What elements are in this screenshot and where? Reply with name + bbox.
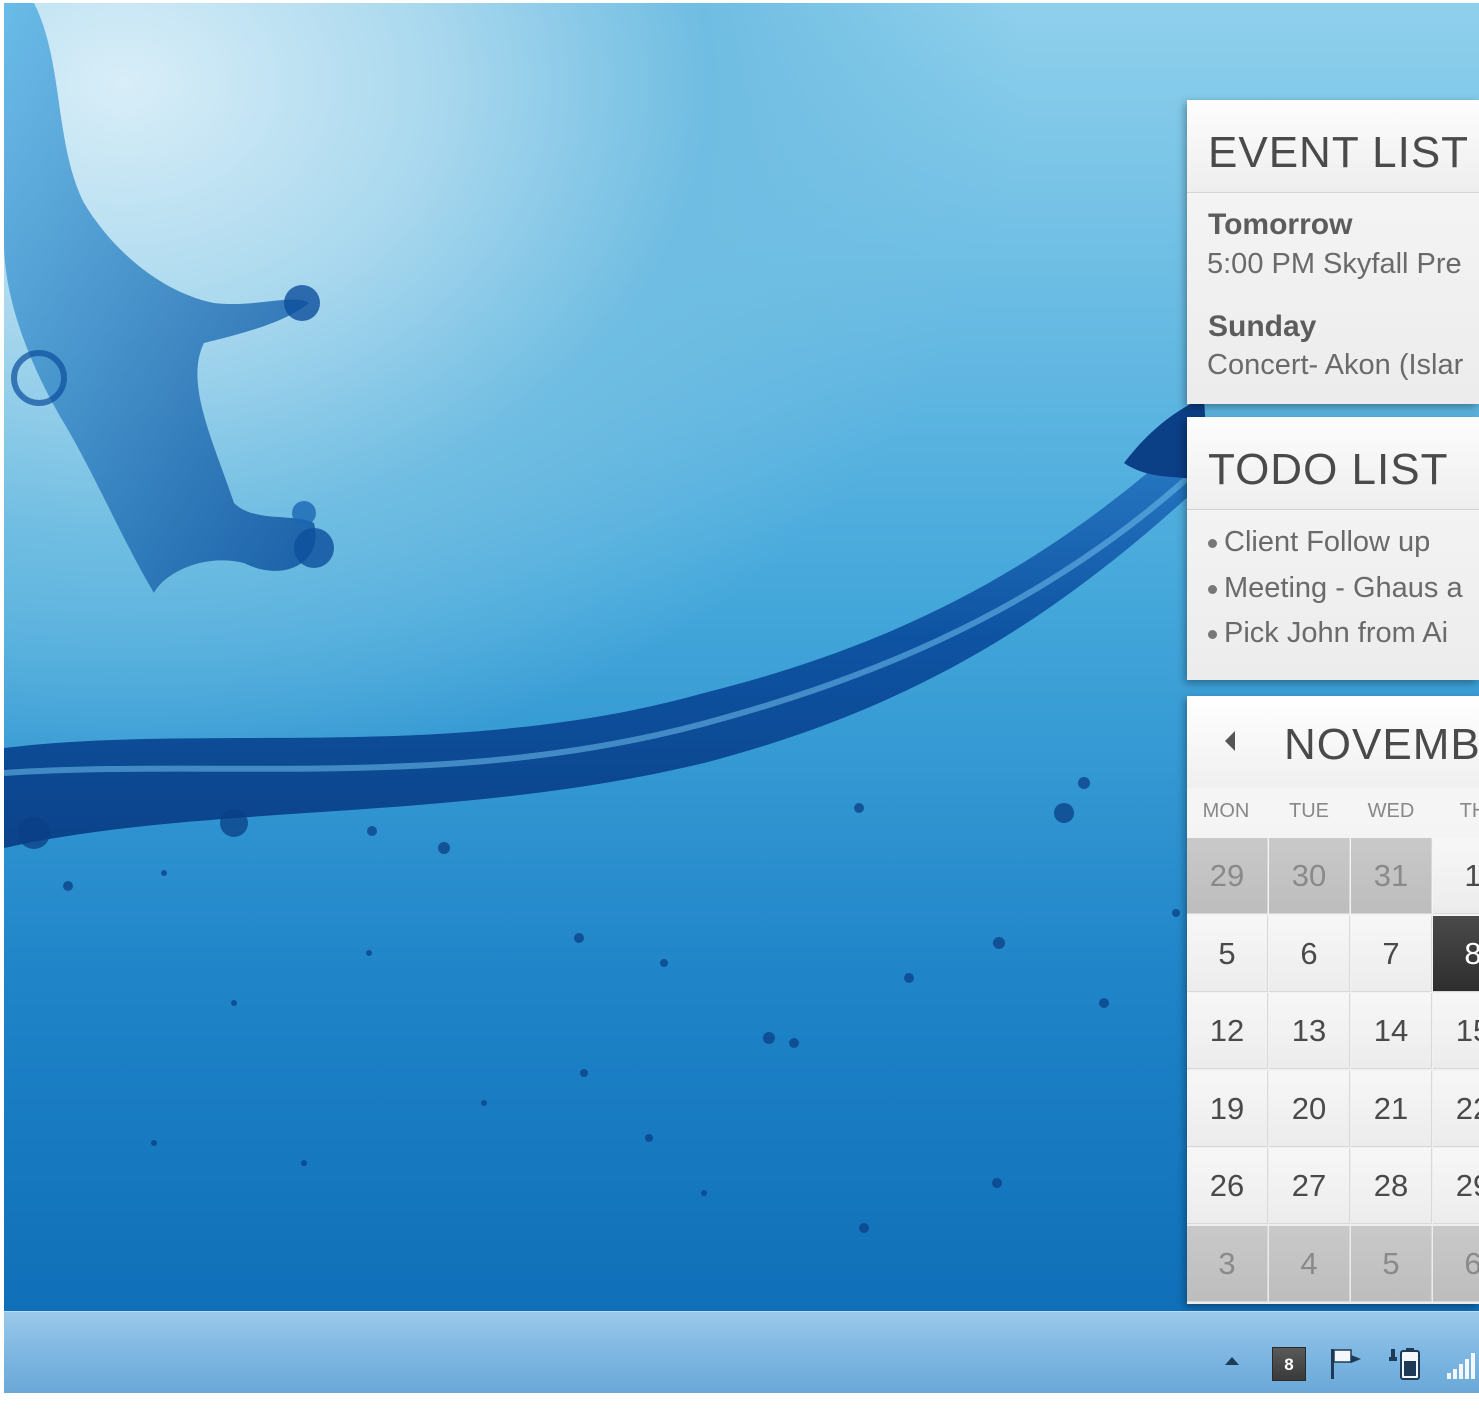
calendar-day[interactable]: 27: [1269, 1148, 1350, 1224]
calendar-day[interactable]: 31: [1351, 838, 1432, 914]
event-list-title: EVENT LIST: [1208, 128, 1470, 177]
network-signal-icon[interactable]: [1445, 1347, 1479, 1381]
bullet-icon: [1208, 538, 1217, 548]
calendar-day[interactable]: 1: [1433, 838, 1479, 914]
event-list-widget: EVENT LIST Tomorrow 5:00 PM Skyfall Pre …: [1187, 100, 1479, 404]
calendar-day-today[interactable]: 8: [1433, 915, 1479, 992]
event-day-label: Sunday: [1208, 310, 1317, 343]
calendar-day[interactable]: 7: [1351, 915, 1432, 992]
todo-item[interactable]: Client Follow up: [1208, 526, 1430, 559]
previous-month-icon[interactable]: [1225, 731, 1235, 751]
calendar-day[interactable]: 6: [1269, 915, 1350, 992]
calendar-date-icon[interactable]: 8: [1272, 1347, 1306, 1381]
power-icon[interactable]: [1387, 1347, 1427, 1381]
calendar-day[interactable]: 6: [1433, 1225, 1479, 1302]
weekday-label: MON: [1202, 800, 1250, 822]
calendar-header: NOVEMB: [1187, 696, 1479, 788]
calendar-widget: NOVEMB MON TUE WED TH 293031156781213141…: [1187, 696, 1479, 1304]
calendar-day[interactable]: 29: [1187, 838, 1268, 914]
taskbar: [4, 1311, 1479, 1394]
todo-list-title: TODO LIST: [1208, 445, 1449, 494]
show-hidden-icons-icon[interactable]: [1225, 1357, 1239, 1365]
calendar-day[interactable]: 5: [1351, 1225, 1432, 1302]
todo-item-label: Client Follow up: [1224, 526, 1431, 558]
calendar-day[interactable]: 15: [1433, 993, 1479, 1069]
calendar-day[interactable]: 14: [1351, 993, 1432, 1069]
calendar-day[interactable]: 13: [1269, 993, 1350, 1069]
todo-item[interactable]: Pick John from Ai: [1208, 617, 1448, 650]
calendar-day[interactable]: 20: [1269, 1070, 1350, 1147]
weekday-label: TUE: [1289, 800, 1329, 822]
calendar-day[interactable]: 26: [1187, 1148, 1268, 1224]
calendar-day[interactable]: 22: [1433, 1070, 1479, 1147]
calendar-day[interactable]: 19: [1187, 1070, 1268, 1147]
todo-list-widget: TODO LIST Client Follow up Meeting - Gha…: [1187, 417, 1479, 680]
event-day-label: Tomorrow: [1208, 208, 1353, 241]
calendar-day[interactable]: 12: [1187, 993, 1268, 1069]
calendar-day[interactable]: 3: [1187, 1225, 1268, 1302]
calendar-month-label: NOVEMB: [1284, 720, 1479, 769]
todo-item-label: Pick John from Ai: [1224, 617, 1449, 649]
calendar-day[interactable]: 30: [1269, 838, 1350, 914]
bullet-icon: [1208, 629, 1217, 639]
event-list-header: EVENT LIST: [1187, 100, 1479, 193]
weekday-label: TH: [1459, 800, 1479, 822]
calendar-day[interactable]: 28: [1351, 1148, 1432, 1224]
action-center-flag-icon[interactable]: [1327, 1347, 1367, 1381]
event-item[interactable]: 5:00 PM Skyfall Pre: [1207, 248, 1462, 281]
bullet-icon: [1208, 584, 1217, 594]
todo-item-label: Meeting - Ghaus a: [1224, 572, 1463, 604]
calendar-day[interactable]: 5: [1187, 915, 1268, 992]
weekday-label: WED: [1367, 800, 1415, 822]
calendar-day[interactable]: 21: [1351, 1070, 1432, 1147]
calendar-day[interactable]: 4: [1269, 1225, 1350, 1302]
todo-list-header: TODO LIST: [1187, 417, 1479, 510]
todo-item[interactable]: Meeting - Ghaus a: [1208, 572, 1463, 605]
calendar-day[interactable]: 29: [1433, 1148, 1479, 1224]
event-item[interactable]: Concert- Akon (Islar: [1207, 349, 1463, 382]
bottom-strip: [0, 1393, 1479, 1428]
